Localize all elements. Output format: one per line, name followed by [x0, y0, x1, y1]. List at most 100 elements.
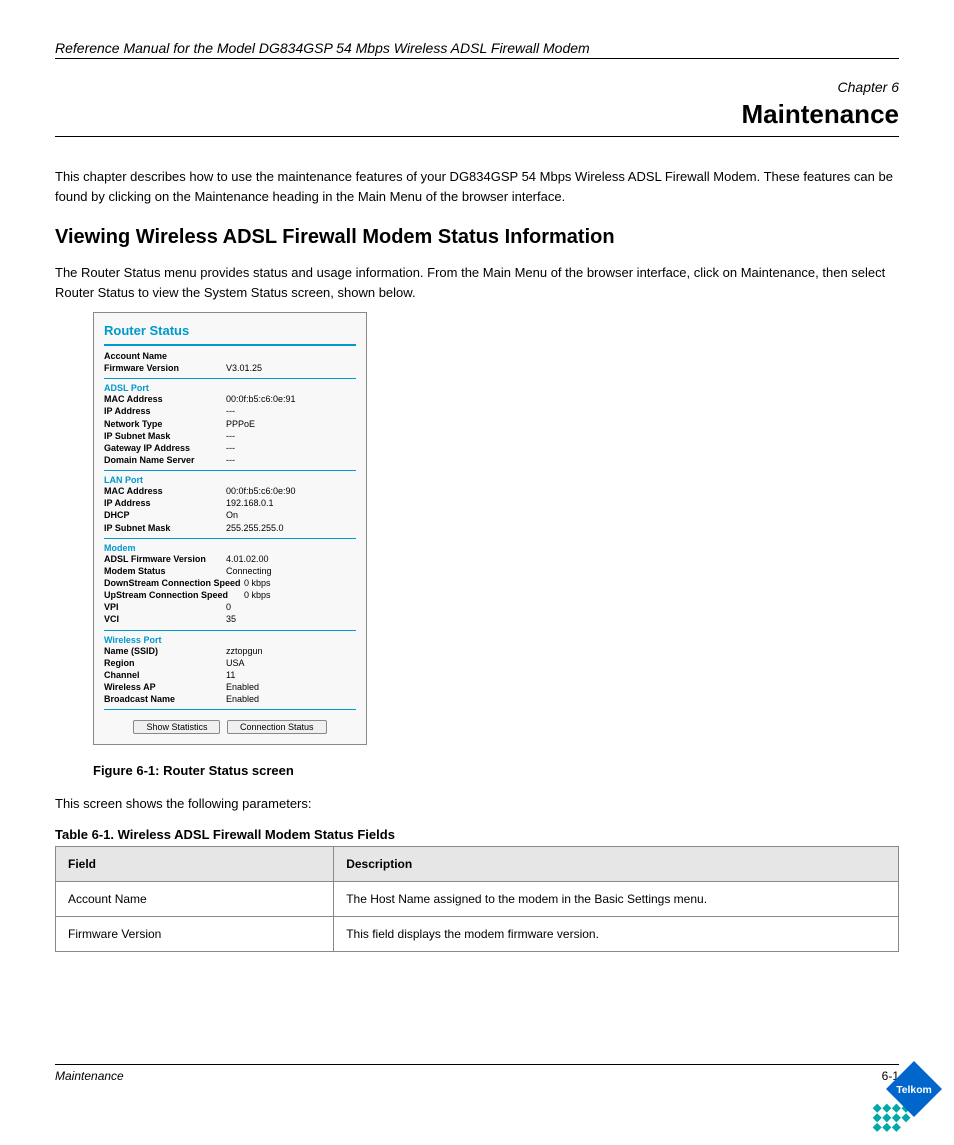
- value: ---: [226, 405, 356, 417]
- section-rule: [104, 630, 356, 631]
- status-row: Broadcast NameEnabled: [104, 693, 356, 705]
- status-row: UpStream Connection Speed0 kbps: [104, 589, 356, 601]
- value: 255.255.255.0: [226, 522, 356, 534]
- status-row: IP Subnet Mask255.255.255.0: [104, 522, 356, 534]
- value: Enabled: [226, 693, 356, 705]
- label: Firmware Version: [104, 362, 226, 374]
- label: Gateway IP Address: [104, 442, 226, 454]
- value: PPPoE: [226, 418, 356, 430]
- section-heading: Viewing Wireless ADSL Firewall Modem Sta…: [55, 226, 899, 249]
- status-row: MAC Address00:0f:b5:c6:0e:91: [104, 393, 356, 405]
- status-row: IP Address---: [104, 405, 356, 417]
- th-field: Field: [56, 847, 334, 882]
- header-title: Reference Manual for the Model DG834GSP …: [55, 40, 899, 56]
- show-statistics-button[interactable]: Show Statistics: [133, 720, 220, 734]
- label: DHCP: [104, 509, 226, 521]
- label: IP Address: [104, 405, 226, 417]
- modem-heading: Modem: [104, 543, 356, 553]
- status-row: IP Address192.168.0.1: [104, 497, 356, 509]
- section-rule: [104, 470, 356, 471]
- value: 4.01.02.00: [226, 553, 356, 565]
- label: MAC Address: [104, 485, 226, 497]
- status-row: Gateway IP Address---: [104, 442, 356, 454]
- screenshot-title: Router Status: [104, 323, 356, 338]
- label: Account Name: [104, 350, 226, 362]
- value: [226, 350, 356, 362]
- value: Connecting: [226, 565, 356, 577]
- table-header-row: Field Description: [56, 847, 899, 882]
- document-page: Reference Manual for the Model DG834GSP …: [0, 0, 954, 1145]
- label: IP Subnet Mask: [104, 522, 226, 534]
- label: VCI: [104, 613, 226, 625]
- cell-description: The Host Name assigned to the modem in t…: [334, 882, 899, 917]
- header-rule: [55, 58, 899, 59]
- router-status-screenshot: Router Status Account Name Firmware Vers…: [93, 312, 367, 745]
- adsl-port-heading: ADSL Port: [104, 383, 356, 393]
- value: 192.168.0.1: [226, 497, 356, 509]
- figure-caption: Figure 6-1: Router Status screen: [93, 763, 899, 778]
- table-caption: Table 6-1. Wireless ADSL Firewall Modem …: [55, 827, 899, 842]
- telkom-logo-icon: Telkom: [866, 1057, 946, 1137]
- status-row: VCI35: [104, 613, 356, 625]
- status-row: Network TypePPPoE: [104, 418, 356, 430]
- table-number: Table 6-1.: [55, 827, 114, 842]
- cell-field: Firmware Version: [56, 917, 334, 952]
- description-line: This screen shows the following paramete…: [55, 796, 899, 811]
- connection-status-button[interactable]: Connection Status: [227, 720, 327, 734]
- section-rule: [104, 538, 356, 539]
- value: 00:0f:b5:c6:0e:91: [226, 393, 356, 405]
- page-footer: Maintenance 6-1: [55, 1058, 899, 1084]
- value: ---: [226, 430, 356, 442]
- chapter-title: Maintenance: [55, 99, 899, 130]
- value: USA: [226, 657, 356, 669]
- value: 00:0f:b5:c6:0e:90: [226, 485, 356, 497]
- table-title: Wireless ADSL Firewall Modem Status Fiel…: [118, 827, 395, 842]
- status-row: Name (SSID)zztopgun: [104, 645, 356, 657]
- section-rule: [104, 709, 356, 710]
- status-row: Domain Name Server---: [104, 454, 356, 466]
- value: 0 kbps: [244, 577, 356, 589]
- footer-rule: [55, 1064, 899, 1065]
- status-row: DHCPOn: [104, 509, 356, 521]
- svg-text:Telkom: Telkom: [896, 1085, 932, 1096]
- value: On: [226, 509, 356, 521]
- status-row: Firmware VersionV3.01.25: [104, 362, 356, 374]
- footer-left: Maintenance: [55, 1069, 882, 1083]
- status-fields-table: Field Description Account Name The Host …: [55, 846, 899, 952]
- label: IP Subnet Mask: [104, 430, 226, 442]
- status-row: Channel11: [104, 669, 356, 681]
- status-row: VPI0: [104, 601, 356, 613]
- label: UpStream Connection Speed: [104, 589, 244, 601]
- label: Network Type: [104, 418, 226, 430]
- label: VPI: [104, 601, 226, 613]
- cell-field: Account Name: [56, 882, 334, 917]
- label: Region: [104, 657, 226, 669]
- label: Modem Status: [104, 565, 226, 577]
- value: ---: [226, 454, 356, 466]
- label: IP Address: [104, 497, 226, 509]
- status-row: MAC Address00:0f:b5:c6:0e:90: [104, 485, 356, 497]
- value: 35: [226, 613, 356, 625]
- wireless-port-heading: Wireless Port: [104, 635, 356, 645]
- screenshot-rule: [104, 344, 356, 346]
- label: Domain Name Server: [104, 454, 226, 466]
- status-row: Wireless APEnabled: [104, 681, 356, 693]
- status-row: RegionUSA: [104, 657, 356, 669]
- screenshot-buttons: Show Statistics Connection Status: [104, 720, 356, 734]
- section-description: The Router Status menu provides status a…: [55, 263, 899, 302]
- status-row: ADSL Firmware Version4.01.02.00: [104, 553, 356, 565]
- table-row: Account Name The Host Name assigned to t…: [56, 882, 899, 917]
- status-row: IP Subnet Mask---: [104, 430, 356, 442]
- chapter-label: Chapter 6: [55, 79, 899, 95]
- lan-port-heading: LAN Port: [104, 475, 356, 485]
- status-row: DownStream Connection Speed0 kbps: [104, 577, 356, 589]
- label: Wireless AP: [104, 681, 226, 693]
- value: 0 kbps: [244, 589, 356, 601]
- value: V3.01.25: [226, 362, 356, 374]
- value: 0: [226, 601, 356, 613]
- label: Name (SSID): [104, 645, 226, 657]
- section-rule: [104, 378, 356, 379]
- status-row: Modem StatusConnecting: [104, 565, 356, 577]
- label: Channel: [104, 669, 226, 681]
- value: zztopgun: [226, 645, 356, 657]
